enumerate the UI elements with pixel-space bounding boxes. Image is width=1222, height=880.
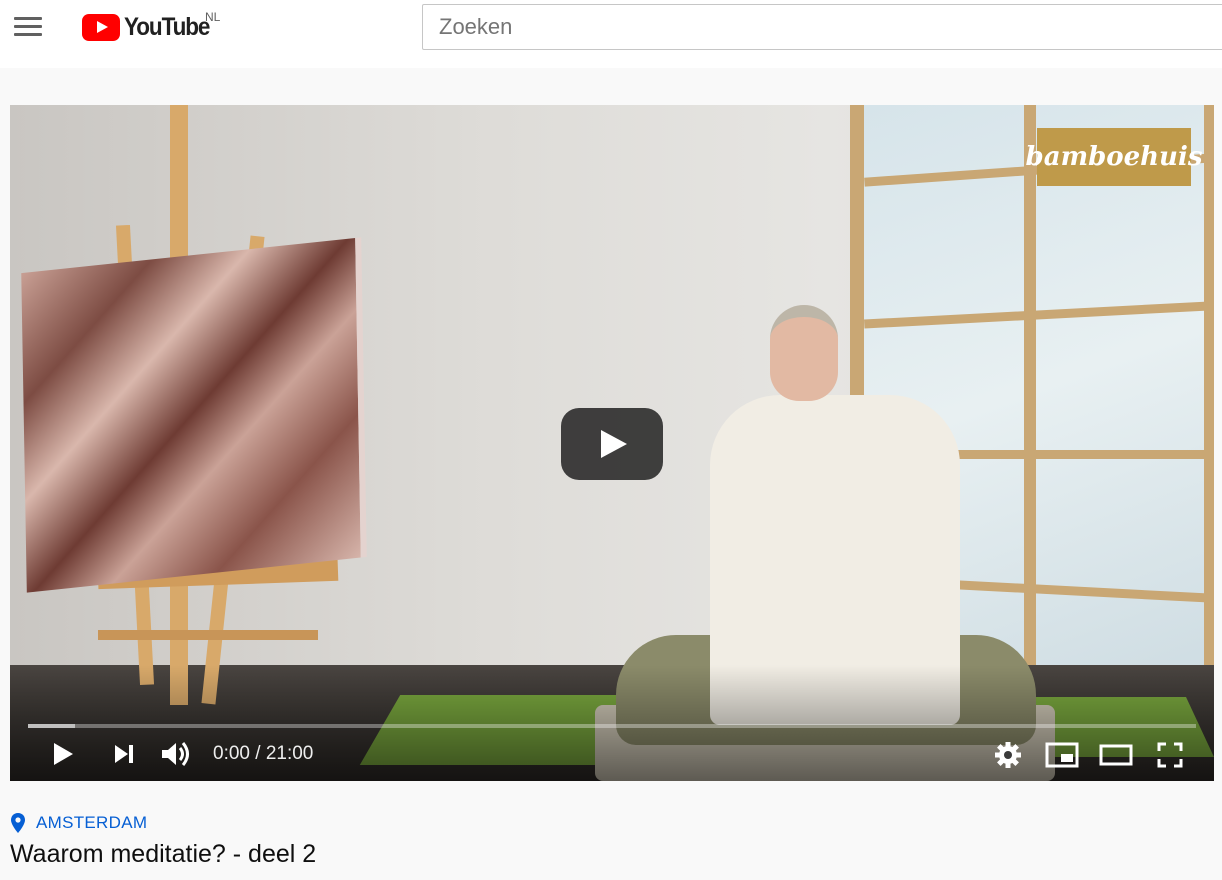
location-pin-icon <box>11 813 25 833</box>
location-link[interactable]: AMSTERDAM <box>10 812 147 834</box>
video-player[interactable]: bamboehuis 0:00 / 21:00 <box>10 105 1214 781</box>
youtube-logo-icon <box>82 13 120 41</box>
top-bar: YouTube NL <box>0 0 1222 68</box>
painting <box>21 237 367 593</box>
miniplayer-icon[interactable] <box>1045 741 1079 769</box>
logo-text: YouTube <box>124 12 210 41</box>
volume-icon[interactable] <box>160 740 194 768</box>
video-title: Waarom meditatie? - deel 2 <box>10 840 317 868</box>
country-code: NL <box>205 10 221 24</box>
video-meta: AMSTERDAM <box>10 812 147 834</box>
search-box[interactable] <box>422 4 1222 50</box>
play-icon[interactable] <box>50 741 76 767</box>
search-input[interactable] <box>423 5 1222 49</box>
next-icon[interactable] <box>112 743 136 765</box>
fullscreen-icon[interactable] <box>1156 741 1184 769</box>
theater-mode-icon[interactable] <box>1099 743 1133 767</box>
progress-loaded <box>28 724 75 728</box>
large-play-button[interactable] <box>561 408 663 480</box>
channel-watermark[interactable]: bamboehuis <box>1026 128 1202 186</box>
location-label[interactable]: AMSTERDAM <box>36 813 147 833</box>
time-display: 0:00 / 21:00 <box>213 743 314 764</box>
gear-icon[interactable] <box>994 741 1022 769</box>
youtube-logo[interactable]: YouTube <box>82 12 219 42</box>
hamburger-menu-icon[interactable] <box>14 17 42 37</box>
progress-bar[interactable] <box>28 724 1196 728</box>
